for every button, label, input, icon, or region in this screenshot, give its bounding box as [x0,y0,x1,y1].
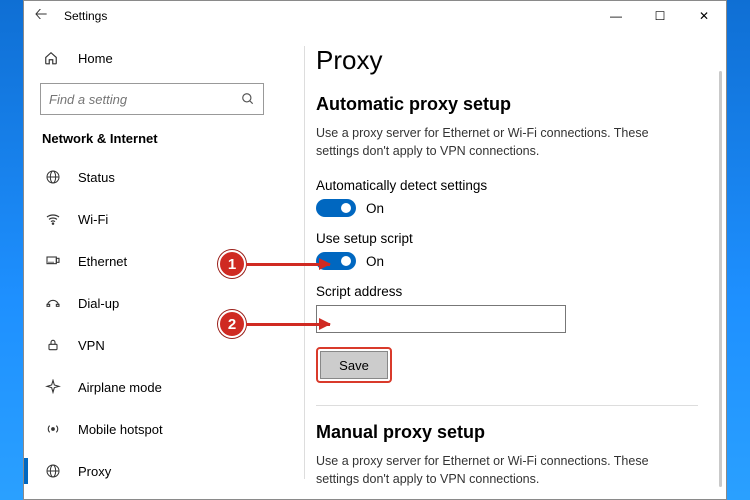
search-icon [241,92,255,106]
script-toggle[interactable] [316,252,356,270]
minimize-button[interactable]: — [594,1,638,31]
vertical-divider [304,46,305,479]
home-label: Home [78,51,113,66]
close-button[interactable]: ✕ [682,1,726,31]
script-label: Use setup script [316,231,698,246]
sidebar-item-label: Wi-Fi [78,212,108,227]
scrollbar[interactable] [719,71,722,487]
window-title: Settings [64,9,107,23]
detect-state: On [366,201,384,216]
address-label: Script address [316,284,698,299]
manual-desc: Use a proxy server for Ethernet or Wi-Fi… [316,453,686,488]
script-state: On [366,254,384,269]
sidebar-item-label: Airplane mode [78,380,162,395]
detect-label: Automatically detect settings [316,178,698,193]
sidebar-item-label: Dial-up [78,296,119,311]
nav-list: Status Wi-Fi Ethernet Dial-up [24,156,280,492]
sidebar-item-ethernet[interactable]: Ethernet [24,240,280,282]
sidebar-item-label: Ethernet [78,254,127,269]
manual-heading: Manual proxy setup [316,422,698,443]
sidebar-item-label: Status [78,170,115,185]
sidebar: Home Network & Internet Status [24,31,280,499]
sidebar-item-airplane[interactable]: Airplane mode [24,366,280,408]
script-address-input[interactable] [316,305,566,333]
search-input[interactable] [49,92,229,107]
proxy-icon [44,463,62,479]
category-heading: Network & Internet [24,125,280,156]
sidebar-item-label: Mobile hotspot [78,422,163,437]
maximize-button[interactable]: ☐ [638,1,682,31]
sidebar-item-proxy[interactable]: Proxy [24,450,280,492]
sidebar-item-dialup[interactable]: Dial-up [24,282,280,324]
settings-window: 🡠 Settings — ☐ ✕ Home [23,0,727,500]
sidebar-item-wifi[interactable]: Wi-Fi [24,198,280,240]
vpn-icon [44,337,62,353]
ethernet-icon [44,253,62,269]
section-divider [316,405,698,406]
back-button[interactable]: 🡠 [24,3,58,30]
auto-desc: Use a proxy server for Ethernet or Wi-Fi… [316,125,686,160]
home-nav[interactable]: Home [24,39,280,77]
sidebar-item-status[interactable]: Status [24,156,280,198]
dialup-icon [44,295,62,311]
home-icon [44,51,62,65]
wifi-icon [44,211,62,227]
sidebar-item-label: VPN [78,338,105,353]
sidebar-item-vpn[interactable]: VPN [24,324,280,366]
airplane-icon [44,379,62,395]
titlebar: 🡠 Settings — ☐ ✕ [24,1,726,31]
hotspot-icon [44,421,62,437]
sidebar-item-hotspot[interactable]: Mobile hotspot [24,408,280,450]
save-button[interactable]: Save [320,351,388,379]
detect-toggle[interactable] [316,199,356,217]
save-highlight: Save [316,347,392,383]
page-title: Proxy [316,45,698,76]
auto-heading: Automatic proxy setup [316,94,698,115]
desktop-background: 🡠 Settings — ☐ ✕ Home [0,0,750,500]
sidebar-item-label: Proxy [78,464,111,479]
main-content: Proxy Automatic proxy setup Use a proxy … [280,31,726,499]
search-box[interactable] [40,83,264,115]
status-icon [44,169,62,185]
